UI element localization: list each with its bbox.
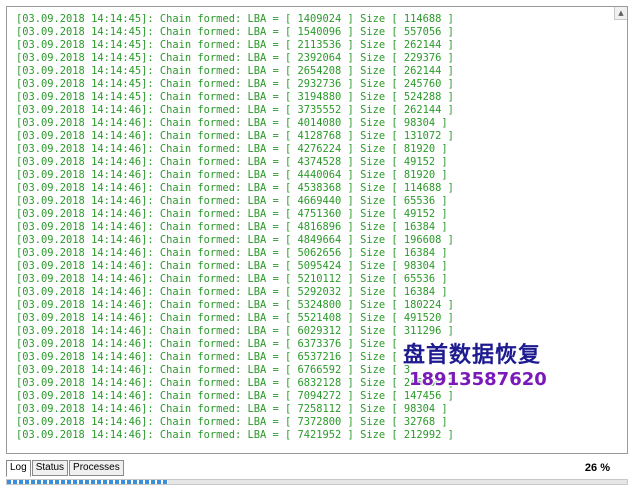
log-line: [03.09.2018 14:14:46]: Chain formed: LBA… (16, 260, 448, 272)
log-line: [03.09.2018 14:14:46]: Chain formed: LBA… (16, 416, 448, 428)
log-line: [03.09.2018 14:14:45]: Chain formed: LBA… (16, 52, 454, 64)
progress-bar (6, 479, 628, 485)
log-line: [03.09.2018 14:14:46]: Chain formed: LBA… (16, 130, 454, 142)
log-line: [03.09.2018 14:14:46]: Chain formed: LBA… (16, 169, 448, 181)
log-line: [03.09.2018 14:14:46]: Chain formed: LBA… (16, 429, 454, 441)
log-line: [03.09.2018 14:14:46]: Chain formed: LBA… (16, 182, 454, 194)
log-line: [03.09.2018 14:14:46]: Chain formed: LBA… (16, 117, 448, 129)
log-line: [03.09.2018 14:14:46]: Chain formed: LBA… (16, 286, 448, 298)
log-line: [03.09.2018 14:14:46]: Chain formed: LBA… (16, 403, 448, 415)
log-lines: [03.09.2018 14:14:45]: Chain formed: LBA… (16, 13, 454, 442)
log-panel[interactable]: ▲ [03.09.2018 14:14:45]: Chain formed: L… (6, 6, 628, 454)
log-line: [03.09.2018 14:14:46]: Chain formed: LBA… (16, 312, 454, 324)
log-line: [03.09.2018 14:14:46]: Chain formed: LBA… (16, 208, 448, 220)
log-line: [03.09.2018 14:14:45]: Chain formed: LBA… (16, 13, 454, 25)
log-line: [03.09.2018 14:14:46]: Chain formed: LBA… (16, 299, 454, 311)
log-line: [03.09.2018 14:14:45]: Chain formed: LBA… (16, 65, 454, 77)
log-line: [03.09.2018 14:14:45]: Chain formed: LBA… (16, 39, 454, 51)
progress-percent: 26 % (584, 462, 610, 474)
log-line: [03.09.2018 14:14:46]: Chain formed: LBA… (16, 390, 454, 402)
tab-processes[interactable]: Processes (69, 460, 124, 476)
log-line: [03.09.2018 14:14:46]: Chain formed: LBA… (16, 247, 448, 259)
log-line: [03.09.2018 14:14:46]: Chain formed: LBA… (16, 377, 454, 389)
scroll-up-icon[interactable]: ▲ (614, 7, 627, 20)
log-line: [03.09.2018 14:14:46]: Chain formed: LBA… (16, 325, 454, 337)
tab-status[interactable]: Status (31, 460, 69, 476)
app-window: ▲ [03.09.2018 14:14:45]: Chain formed: L… (0, 0, 640, 490)
log-line: [03.09.2018 14:14:46]: Chain formed: LBA… (16, 156, 448, 168)
log-line: [03.09.2018 14:14:46]: Chain formed: LBA… (16, 195, 448, 207)
log-line: [03.09.2018 14:14:46]: Chain formed: LBA… (16, 143, 448, 155)
log-line: [03.09.2018 14:14:45]: Chain formed: LBA… (16, 26, 454, 38)
log-line: [03.09.2018 14:14:46]: Chain formed: LBA… (16, 234, 454, 246)
tab-strip: Log Status Processes (6, 460, 125, 477)
progress-fill (7, 480, 169, 484)
log-line: [03.09.2018 14:14:46]: Chain formed: LBA… (16, 338, 398, 350)
log-line: [03.09.2018 14:14:46]: Chain formed: LBA… (16, 221, 448, 233)
log-line: [03.09.2018 14:14:45]: Chain formed: LBA… (16, 91, 454, 103)
log-line: [03.09.2018 14:14:46]: Chain formed: LBA… (16, 104, 454, 116)
tab-log[interactable]: Log (6, 460, 31, 477)
log-line: [03.09.2018 14:14:46]: Chain formed: LBA… (16, 351, 398, 363)
log-line: [03.09.2018 14:14:46]: Chain formed: LBA… (16, 273, 448, 285)
log-line: [03.09.2018 14:14:45]: Chain formed: LBA… (16, 78, 454, 90)
log-line: [03.09.2018 14:14:46]: Chain formed: LBA… (16, 364, 411, 376)
